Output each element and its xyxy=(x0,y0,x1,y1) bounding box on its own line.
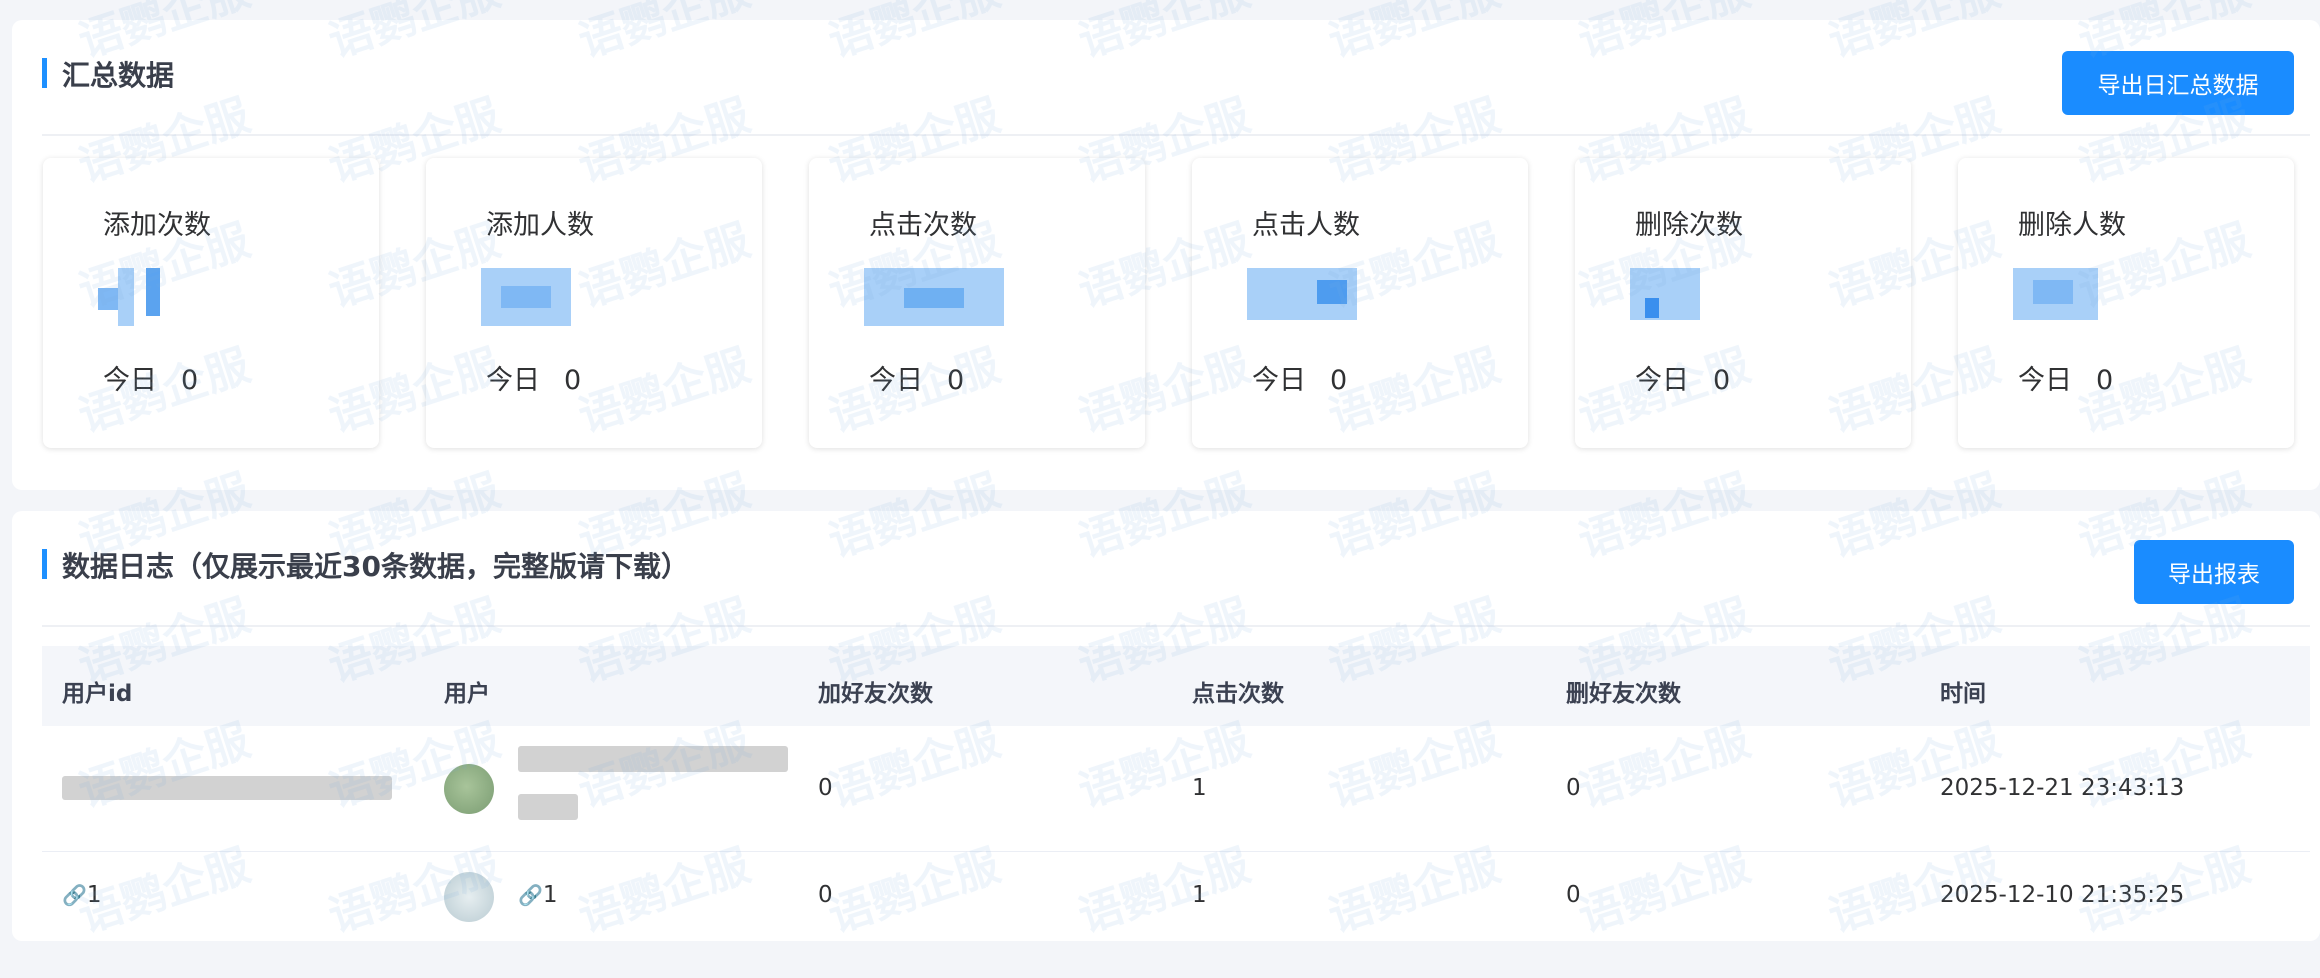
summary-divider xyxy=(42,134,2310,136)
stat-card-today: 今日 0 xyxy=(486,365,582,396)
column-header-user-id[interactable]: 用户id xyxy=(62,674,132,708)
table-row[interactable]: 🔗1 🔗1 0 1 0 2025-12-10 21:35:25 xyxy=(42,852,2310,978)
column-header-delete-friend[interactable]: 删好友次数 xyxy=(1566,674,1681,708)
export-daily-summary-button[interactable]: 导出日汇总数据 xyxy=(2062,51,2294,115)
stat-card-today: 今日 0 xyxy=(1252,365,1348,396)
cell-clicks: 1 xyxy=(1192,775,1207,801)
table-header: 用户id 用户 加好友次数 点击次数 删好友次数 时间 xyxy=(42,646,2310,726)
column-header-time[interactable]: 时间 xyxy=(1940,674,1986,708)
section-accent-bar xyxy=(42,58,47,88)
masked-user-name xyxy=(518,746,788,772)
link-icon: 🔗 xyxy=(62,883,87,907)
stat-card-label: 点击人数 xyxy=(1252,210,1360,241)
log-divider xyxy=(42,625,2310,627)
stat-card-today: 今日 0 xyxy=(1635,365,1731,396)
cell-time: 2025-12-21 23:43:13 xyxy=(1940,775,2185,801)
stat-card-click-count: 点击次数 今日 0 xyxy=(809,158,1145,448)
section-accent-bar xyxy=(42,549,47,579)
link-icon: 🔗 xyxy=(518,883,543,907)
table-row[interactable]: 0 1 0 2025-12-21 23:43:13 xyxy=(42,726,2310,852)
log-panel: 数据日志（仅展示最近30条数据，完整版请下载） 导出报表 用户id 用户 加好友… xyxy=(12,511,2320,941)
stat-card-add-users: 添加人数 今日 0 xyxy=(426,158,762,448)
stat-card-label: 添加次数 xyxy=(103,210,211,241)
user-avatar xyxy=(444,872,494,922)
log-title: 数据日志（仅展示最近30条数据，完整版请下载） xyxy=(62,550,689,583)
summary-title: 汇总数据 xyxy=(62,59,175,92)
cell-user-id: 🔗1 xyxy=(62,882,102,908)
stat-card-today: 今日 0 xyxy=(869,365,965,396)
stat-card-label: 删除次数 xyxy=(1635,210,1743,241)
column-header-user[interactable]: 用户 xyxy=(444,674,490,708)
stat-card-label: 点击次数 xyxy=(869,210,977,241)
cell-add-friend: 0 xyxy=(818,882,833,908)
cell-delete-friend: 0 xyxy=(1566,882,1581,908)
user-avatar xyxy=(444,764,494,814)
stat-card-delete-count: 删除次数 今日 0 xyxy=(1575,158,1911,448)
cell-add-friend: 0 xyxy=(818,775,833,801)
summary-panel: 汇总数据 导出日汇总数据 添加次数 今日 0 添加人数 今日 0 点击次数 今日 0 … xyxy=(12,20,2320,490)
stat-card-today: 今日 0 xyxy=(103,365,199,396)
column-header-clicks[interactable]: 点击次数 xyxy=(1192,674,1284,708)
column-header-add-friend[interactable]: 加好友次数 xyxy=(818,674,933,708)
cell-user-name: 🔗1 xyxy=(518,882,558,908)
stat-card-add-count: 添加次数 今日 0 xyxy=(43,158,379,448)
stat-card-label: 添加人数 xyxy=(486,210,594,241)
stat-card-click-users: 点击人数 今日 0 xyxy=(1192,158,1528,448)
export-report-button[interactable]: 导出报表 xyxy=(2134,540,2294,604)
masked-user-id xyxy=(62,776,392,800)
cell-clicks: 1 xyxy=(1192,882,1207,908)
cell-delete-friend: 0 xyxy=(1566,775,1581,801)
stat-card-label: 删除人数 xyxy=(2018,210,2126,241)
stat-card-today: 今日 0 xyxy=(2018,365,2114,396)
cell-time: 2025-12-10 21:35:25 xyxy=(1940,882,2185,908)
stat-card-delete-users: 删除人数 今日 0 xyxy=(1958,158,2294,448)
masked-user-name-line2 xyxy=(518,794,578,820)
